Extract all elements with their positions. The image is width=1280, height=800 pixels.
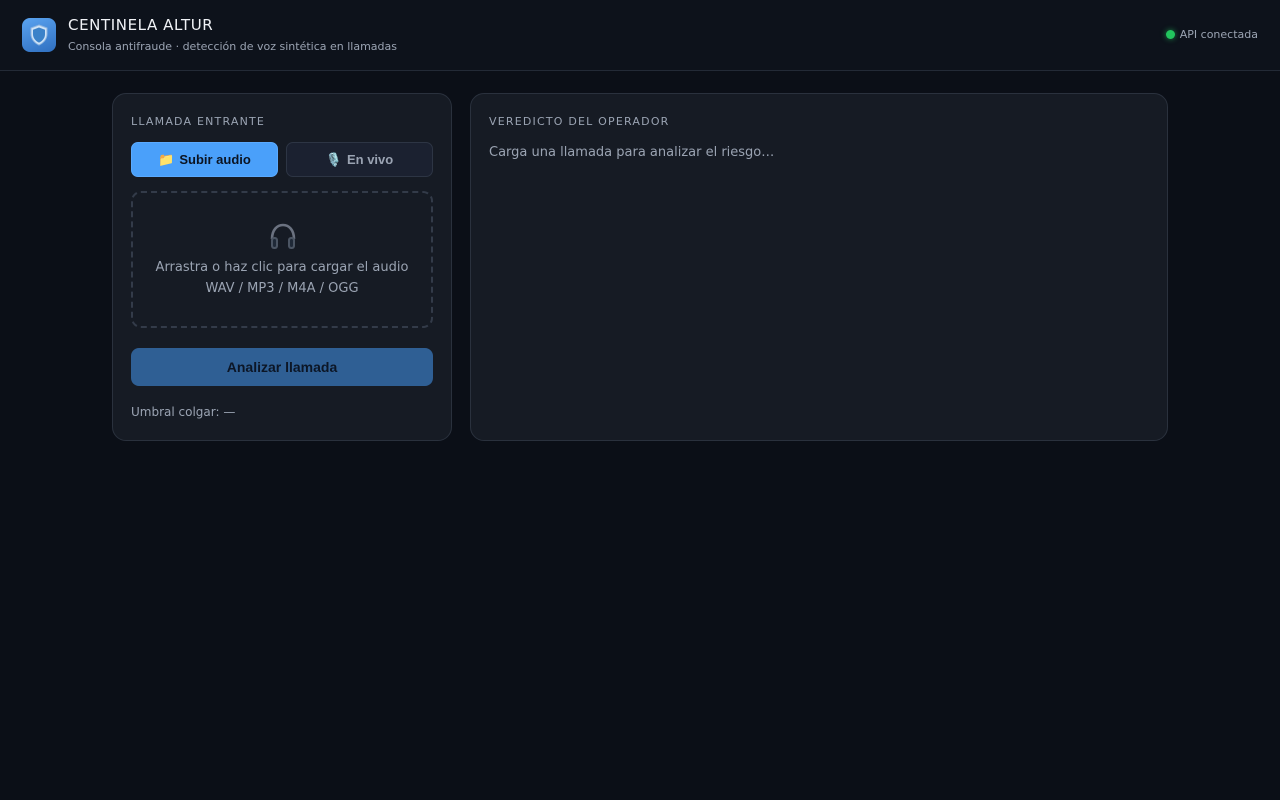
app-title: CENTINELA ALTUR (68, 16, 214, 34)
app-header: CENTINELA ALTUR Consola antifraude · det… (0, 0, 1280, 71)
headphones-icon (268, 221, 298, 255)
tab-upload-audio-label: Subir audio (179, 152, 251, 167)
incoming-call-panel: LLAMADA ENTRANTE 📁 Subir audio 🎙️ En viv… (112, 93, 452, 441)
tab-live[interactable]: 🎙️ En vivo (286, 142, 433, 177)
api-status-label: API conectada (1179, 28, 1258, 41)
microphone-icon: 🎙️ (325, 151, 342, 167)
app-subtitle: Consola antifraude · detección de voz si… (68, 40, 397, 53)
hangup-threshold: Umbral colgar: — (131, 405, 236, 419)
dropzone-formats: WAV / MP3 / M4A / OGG (205, 281, 359, 296)
verdict-heading: VEREDICTO DEL OPERADOR (489, 115, 670, 128)
verdict-placeholder: Carga una llamada para analizar el riesg… (489, 145, 775, 160)
incoming-call-heading: LLAMADA ENTRANTE (131, 115, 266, 128)
shield-icon (22, 18, 56, 52)
folder-icon: 📁 (158, 151, 175, 167)
operator-verdict-panel: VEREDICTO DEL OPERADOR Carga una llamada… (470, 93, 1168, 441)
dropzone-instructions: Arrastra o haz clic para cargar el audio (155, 260, 409, 275)
analyze-call-button[interactable]: Analizar llamada (131, 348, 433, 386)
tab-live-label: En vivo (346, 152, 394, 167)
audio-dropzone[interactable]: Arrastra o haz clic para cargar el audio… (131, 191, 433, 328)
tab-upload-audio[interactable]: 📁 Subir audio (131, 142, 278, 177)
status-dot-icon (1165, 30, 1175, 39)
api-status: API conectada (1165, 28, 1258, 41)
